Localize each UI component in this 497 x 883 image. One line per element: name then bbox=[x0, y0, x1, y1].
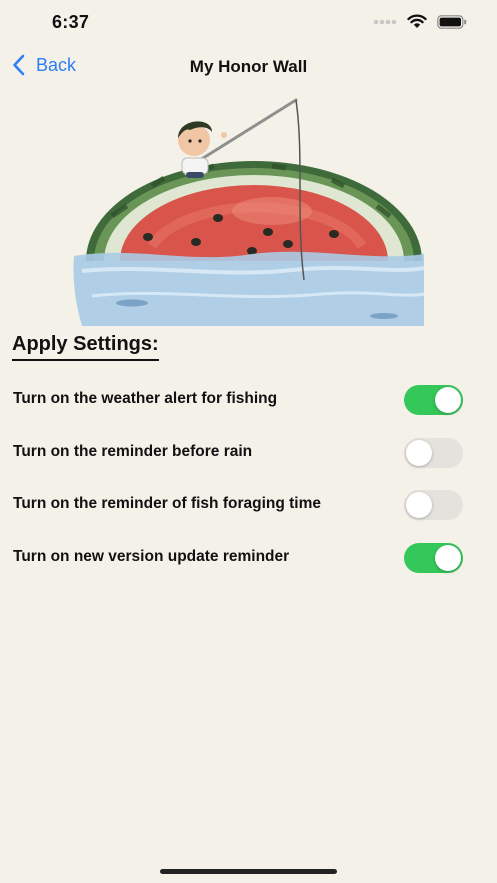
settings-list: Turn on the weather alert for fishing Tu… bbox=[0, 373, 497, 583]
section-heading: Apply Settings: bbox=[12, 333, 159, 361]
setting-label: Turn on the weather alert for fishing bbox=[13, 390, 278, 407]
weather-alert-toggle[interactable] bbox=[404, 385, 463, 415]
navigation-bar: Back My Honor Wall bbox=[0, 48, 497, 86]
setting-label: Turn on new version update reminder bbox=[13, 547, 290, 565]
toggle-knob bbox=[435, 544, 461, 571]
battery-icon bbox=[437, 14, 467, 29]
setting-label: Turn on the reminder before rain bbox=[13, 442, 253, 460]
boy-fishing-on-watermelon-illustration bbox=[73, 98, 425, 326]
rain-reminder-toggle[interactable] bbox=[404, 437, 463, 468]
toggle-knob bbox=[406, 439, 432, 466]
setting-row-foraging-reminder: Turn on the reminder of fish foraging ti… bbox=[0, 478, 497, 531]
home-indicator[interactable] bbox=[160, 869, 337, 874]
setting-row-weather-alert: Turn on the weather alert for fishing bbox=[0, 373, 497, 426]
setting-row-rain-reminder: Turn on the reminder before rain bbox=[0, 426, 497, 479]
status-bar: 6:37 bbox=[0, 0, 497, 46]
status-time: 6:37 bbox=[52, 12, 90, 32]
setting-row-update-reminder: Turn on new version update reminder bbox=[0, 531, 497, 584]
status-icons bbox=[373, 14, 467, 29]
foraging-reminder-toggle[interactable] bbox=[404, 490, 463, 520]
update-reminder-toggle[interactable] bbox=[404, 542, 463, 573]
toggle-knob bbox=[435, 387, 461, 413]
wifi-icon bbox=[407, 14, 427, 28]
toggle-knob bbox=[406, 492, 432, 518]
cellular-dots-icon bbox=[373, 19, 397, 24]
page-title: My Honor Wall bbox=[189, 57, 308, 76]
setting-label: Turn on the reminder of fish foraging ti… bbox=[13, 495, 321, 512]
